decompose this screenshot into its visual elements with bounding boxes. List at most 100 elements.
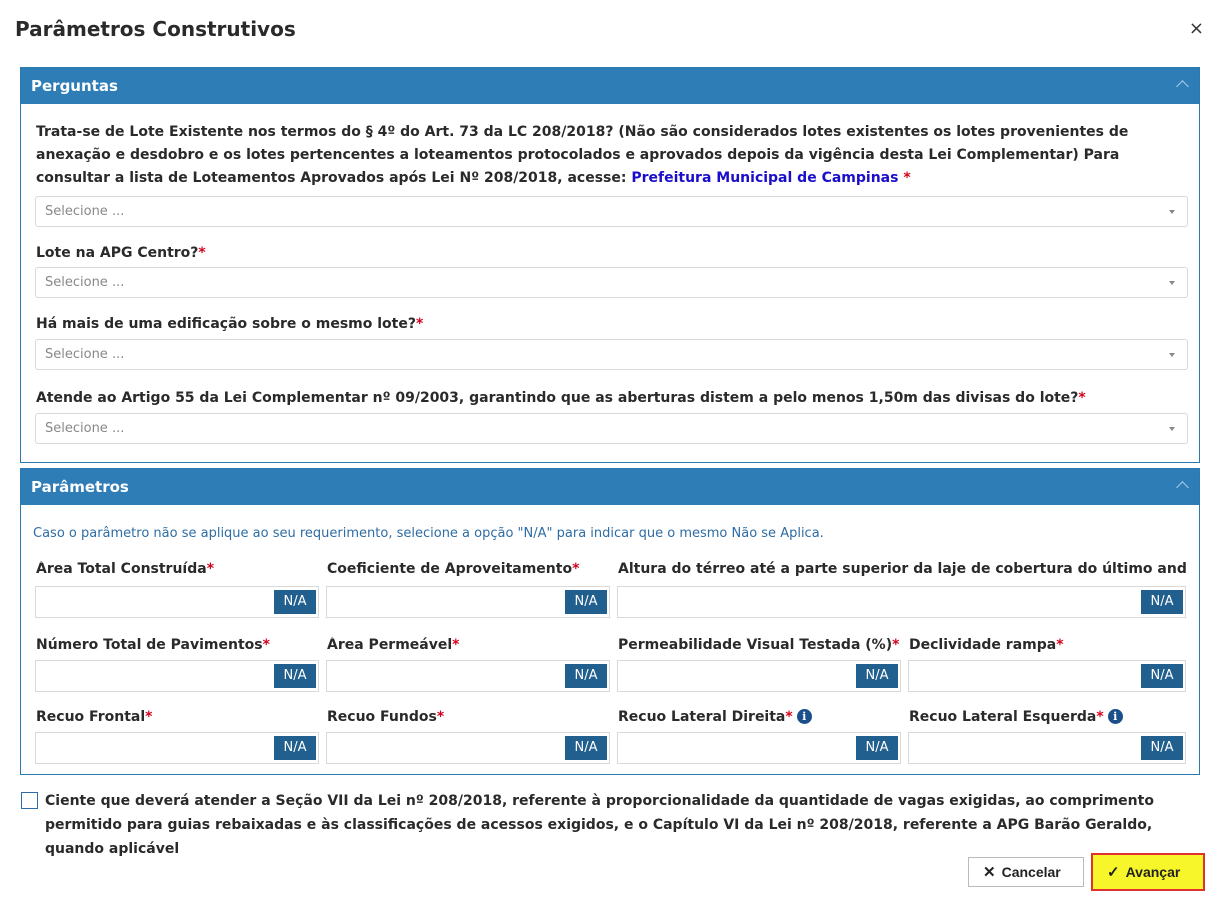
perguntas-panel: Perguntas Trata-se de Lote Existente nos… (20, 67, 1200, 463)
required-marker: * (892, 637, 900, 653)
required-marker: * (898, 170, 911, 186)
required-marker: * (198, 245, 206, 261)
agreement-checkbox[interactable] (21, 792, 38, 809)
altura-terreo-input[interactable]: N/A (617, 586, 1186, 618)
na-button[interactable]: N/A (1141, 664, 1183, 688)
required-marker: * (1078, 390, 1086, 406)
cancel-button-label: Cancelar (1001, 864, 1061, 880)
field-label-text: Recuo Frontal (36, 709, 146, 725)
area-permeavel-input[interactable]: N/A (326, 660, 610, 692)
na-button[interactable]: N/A (274, 736, 316, 760)
question-apg-centro-label: Lote na APG Centro?* (36, 242, 1186, 265)
na-button[interactable]: N/A (1141, 736, 1183, 760)
info-icon[interactable]: i (1107, 709, 1123, 724)
na-button[interactable]: N/A (856, 664, 898, 688)
required-marker: * (452, 637, 460, 653)
agreement-text: Ciente que deverá atender a Seção VII da… (45, 793, 1154, 857)
close-icon[interactable]: × (1189, 18, 1204, 39)
na-button[interactable]: N/A (856, 736, 898, 760)
area-total-construida-label: Área Total Construída* (36, 561, 326, 577)
info-icon[interactable]: i (796, 709, 812, 724)
numero-pavimentos-input[interactable]: N/A (35, 660, 319, 692)
parametros-panel: Parâmetros Caso o parâmetro não se apliq… (20, 468, 1200, 775)
next-button-label: Avançar (1125, 864, 1181, 880)
required-marker: * (145, 709, 153, 725)
cancel-button[interactable]: ✕ Cancelar (968, 857, 1084, 887)
caret-down-icon (1169, 281, 1175, 285)
apg-centro-select[interactable]: Selecione ... (35, 267, 1188, 298)
na-button[interactable]: N/A (565, 590, 607, 614)
na-button[interactable]: N/A (565, 736, 607, 760)
recuo-lateral-esquerda-input[interactable]: N/A (908, 732, 1186, 764)
field-label-text: Declividade rampa (909, 637, 1057, 653)
question-artigo-55-text: Atende ao Artigo 55 da Lei Complementar … (36, 390, 1079, 406)
declividade-rampa-input[interactable]: N/A (908, 660, 1186, 692)
required-marker: * (785, 709, 793, 725)
mais-edificacao-select[interactable]: Selecione ... (35, 339, 1188, 370)
perguntas-panel-title: Perguntas (31, 77, 118, 95)
required-marker: * (1096, 709, 1104, 725)
recuo-frontal-input[interactable]: N/A (35, 732, 319, 764)
field-label-text: Recuo Lateral Direita (618, 709, 786, 725)
recuo-lateral-esquerda-label: Recuo Lateral Esquerda* i (909, 709, 1194, 725)
recuo-lateral-direita-input[interactable]: N/A (617, 732, 901, 764)
select-placeholder: Selecione ... (45, 421, 125, 436)
parametros-panel-header[interactable]: Parâmetros (21, 469, 1199, 505)
caret-down-icon (1169, 210, 1175, 214)
modal-title: Parâmetros Construtivos (15, 17, 296, 41)
question-apg-centro-text: Lote na APG Centro? (36, 245, 199, 261)
recuo-fundos-input[interactable]: N/A (326, 732, 610, 764)
question-lote-existente-text: Trata-se de Lote Existente nos termos do… (36, 124, 1129, 186)
select-placeholder: Selecione ... (45, 275, 125, 290)
artigo-55-select[interactable]: Selecione ... (35, 413, 1188, 444)
chevron-up-icon[interactable] (1176, 481, 1189, 494)
coeficiente-aproveitamento-input[interactable]: N/A (326, 586, 610, 618)
area-total-construida-input[interactable]: N/A (35, 586, 319, 618)
recuo-fundos-label: Recuo Fundos* (327, 709, 617, 725)
field-label-text: Recuo Fundos (327, 709, 437, 725)
required-marker: * (436, 709, 445, 725)
question-artigo-55-label: Atende ao Artigo 55 da Lei Complementar … (36, 387, 1186, 410)
field-label-text: Número Total de Pavimentos (36, 637, 263, 653)
na-button[interactable]: N/A (1141, 590, 1183, 614)
field-label-text: Coeficiente de Aproveitamento (327, 561, 573, 577)
required-marker: * (206, 561, 215, 577)
declividade-rampa-label: Declividade rampa* (909, 637, 1194, 653)
lote-existente-select[interactable]: Selecione ... (35, 196, 1188, 227)
question-lote-existente-label: Trata-se de Lote Existente nos termos do… (36, 121, 1186, 190)
question-mais-edificacao-label: Há mais de uma edificação sobre o mesmo … (36, 313, 1186, 336)
field-label-text: Permeabilidade Visual Testada (%) (618, 637, 893, 653)
recuo-lateral-direita-label: Recuo Lateral Direita* i (618, 709, 908, 725)
close-icon: ✕ (983, 864, 996, 881)
field-label-text: Recuo Lateral Esquerda (909, 709, 1097, 725)
select-placeholder: Selecione ... (45, 204, 125, 219)
na-button[interactable]: N/A (274, 664, 316, 688)
na-button[interactable]: N/A (274, 590, 316, 614)
coeficiente-aproveitamento-label: Coeficiente de Aproveitamento* (327, 561, 617, 577)
perguntas-panel-header[interactable]: Perguntas (21, 68, 1199, 104)
required-marker: * (1056, 637, 1064, 653)
required-marker: * (262, 637, 270, 653)
prefeitura-link[interactable]: Prefeitura Municipal de Campinas (631, 170, 898, 186)
na-button[interactable]: N/A (565, 664, 607, 688)
area-permeavel-label: Área Permeável* (327, 637, 617, 653)
field-label-text: Área Total Construída (36, 561, 207, 577)
field-label-text: Altura do térreo até a parte superior da… (618, 561, 1187, 577)
parametros-panel-title: Parâmetros (31, 478, 129, 496)
next-button[interactable]: ✓ Avançar (1091, 853, 1205, 891)
chevron-up-icon[interactable] (1176, 80, 1189, 93)
parametros-hint: Caso o parâmetro não se aplique ao seu r… (33, 526, 824, 541)
numero-pavimentos-label: Número Total de Pavimentos* (36, 637, 326, 653)
checkmark-icon: ✓ (1107, 864, 1120, 881)
caret-down-icon (1169, 427, 1175, 431)
modal-header: Parâmetros Construtivos × (0, 0, 1206, 62)
field-label-text: Área Permeável (327, 637, 453, 653)
altura-terreo-label: Altura do térreo até a parte superior da… (618, 561, 1192, 577)
required-marker: * (415, 316, 424, 332)
recuo-frontal-label: Recuo Frontal* (36, 709, 326, 725)
permeabilidade-visual-input[interactable]: N/A (617, 660, 901, 692)
select-placeholder: Selecione ... (45, 347, 125, 362)
permeabilidade-visual-label: Permeabilidade Visual Testada (%)* (618, 637, 910, 653)
caret-down-icon (1169, 353, 1175, 357)
question-mais-edificacao-text: Há mais de uma edificação sobre o mesmo … (36, 316, 416, 332)
